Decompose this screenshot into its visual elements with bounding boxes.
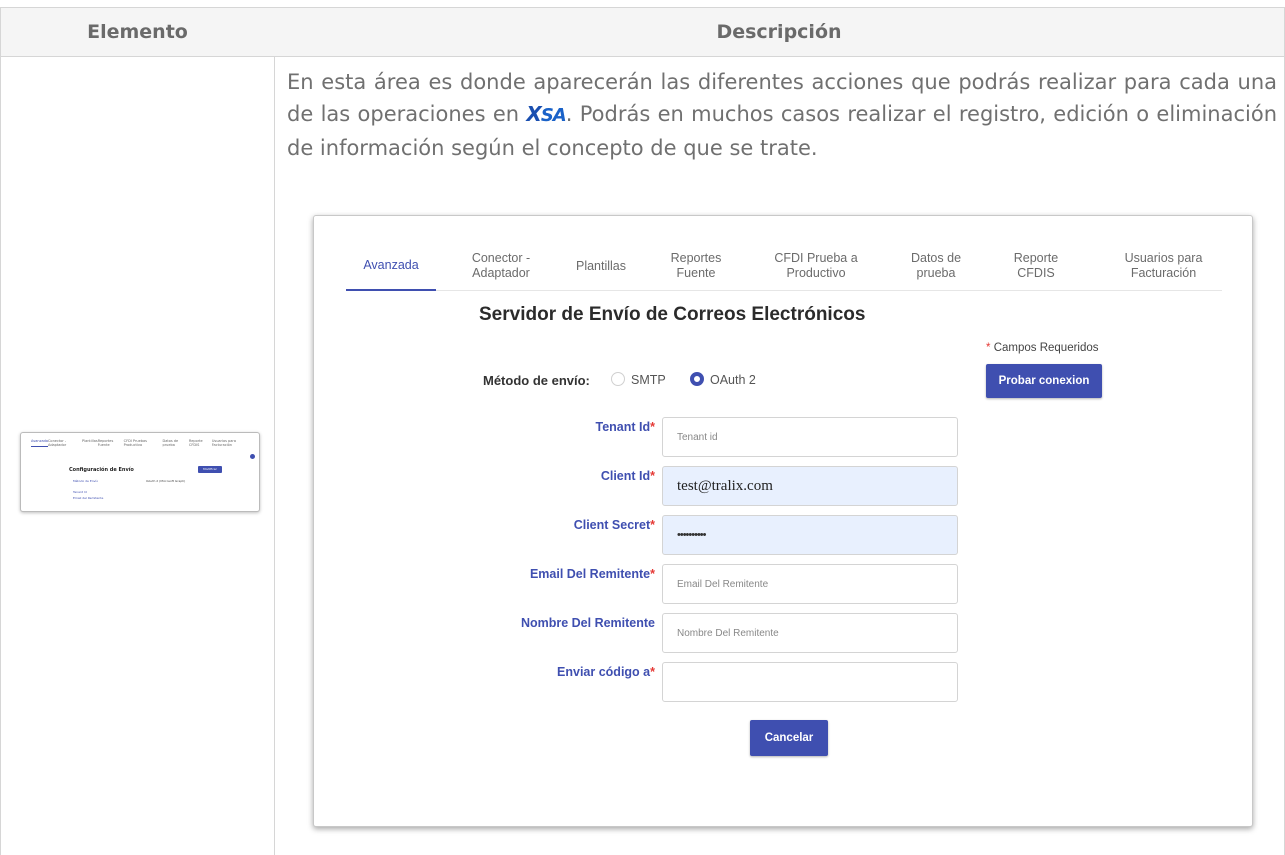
required-star-icon: * <box>650 665 655 679</box>
client-secret-label-text: Client Secret <box>573 518 651 532</box>
table-column-divider <box>274 57 275 855</box>
thumbnail-tab: CFDI Pruebas Productivo <box>123 439 147 447</box>
required-star-icon: * <box>986 342 991 354</box>
thumbnail-tabs: Avanzada Conector - Adaptador Plantillas… <box>31 439 253 447</box>
thumbnail-tab: Plantillas <box>81 439 98 443</box>
page-title: Servidor de Envío de Correos Electrónico… <box>479 304 866 325</box>
radio-oauth2-label[interactable]: OAuth 2 <box>710 373 756 387</box>
cancel-button[interactable]: Cancelar <box>750 720 828 756</box>
xsa-logo: XSA <box>526 102 566 126</box>
thumbnail-row-value: OAuth 2 (Microsoft Graph) <box>146 479 186 483</box>
enviar-codigo-label-text: Enviar código a <box>557 665 651 679</box>
element-thumbnail: Avanzada Conector - Adaptador Plantillas… <box>20 432 260 512</box>
thumbnail-row-label: Email del Remitente <box>73 496 104 500</box>
thumbnail-tab: Usuarios para Facturación <box>211 439 236 447</box>
tab-reporte-cfdis[interactable]: Reporte CFDIS <box>1001 242 1071 290</box>
client-id-input[interactable]: test@tralix.com <box>662 466 958 506</box>
thumbnail-dot-icon <box>250 454 255 459</box>
client-secret-input[interactable]: •••••••••• <box>662 515 958 555</box>
required-star-icon: * <box>650 420 655 434</box>
tab-plantillas[interactable]: Plantillas <box>566 242 636 290</box>
required-note-text: Campos Requeridos <box>993 342 1099 354</box>
thumbnail-row-label: Tenant Id <box>73 490 87 494</box>
email-remitente-input[interactable]: Email Del Remitente <box>662 564 958 604</box>
description-paragraph: En esta área es donde aparecerán las dif… <box>287 66 1277 164</box>
enviar-codigo-input[interactable] <box>662 662 958 702</box>
column-header-elemento: Elemento <box>0 7 275 57</box>
thumbnail-row-label: Método de Envío <box>73 479 99 483</box>
client-id-label-text: Client Id <box>600 469 651 483</box>
tab-avanzada[interactable]: Avanzada <box>346 242 436 291</box>
thumbnail-tab: Avanzada <box>31 439 48 447</box>
client-id-label: Client Id* <box>601 469 655 483</box>
table-border-left <box>0 57 1 855</box>
thumbnail-modify-button: Modificar <box>198 466 222 473</box>
app-screenshot: Avanzada Conector - Adaptador Plantillas… <box>313 215 1253 827</box>
tab-reportes-fuente[interactable]: Reportes Fuente <box>661 242 731 290</box>
required-note: * Campos Requeridos <box>986 342 1099 354</box>
thumbnail-title: Configuración de Envío <box>69 467 134 473</box>
tenant-id-label-text: Tenant Id <box>595 420 651 434</box>
thumbnail-tab: Reporte CFDIS <box>188 439 203 447</box>
email-remitente-label-text: Email Del Remitente <box>529 567 651 581</box>
nombre-remitente-input[interactable]: Nombre Del Remitente <box>662 613 958 653</box>
tab-cfdi-prueba-productivo[interactable]: CFDI Prueba a Productivo <box>761 242 871 290</box>
column-header-descripcion: Descripción <box>274 7 1285 57</box>
tab-usuarios-facturacion[interactable]: Usuarios para Facturación <box>1106 242 1221 290</box>
method-label: Método de envío: <box>483 373 590 388</box>
tenant-id-label: Tenant Id* <box>595 420 655 434</box>
required-star-icon: * <box>650 469 655 483</box>
thumbnail-tab: Conector - Adaptador <box>47 439 67 447</box>
enviar-codigo-label: Enviar código a* <box>557 665 655 679</box>
client-secret-label: Client Secret* <box>574 518 655 532</box>
tenant-id-input[interactable]: Tenant id <box>662 417 958 457</box>
tab-conector-adaptador[interactable]: Conector - Adaptador <box>456 242 546 290</box>
radio-smtp[interactable] <box>611 372 625 386</box>
radio-oauth2[interactable] <box>690 372 704 386</box>
thumbnail-tab: Datos de prueba <box>162 439 179 447</box>
tab-datos-prueba[interactable]: Datos de prueba <box>901 242 971 290</box>
nombre-remitente-label: Nombre Del Remitente <box>520 616 655 630</box>
thumbnail-tab: Reportes Fuente <box>97 439 114 447</box>
tab-bar: Avanzada Conector - Adaptador Plantillas… <box>346 242 1222 291</box>
email-remitente-label: Email Del Remitente* <box>530 567 655 581</box>
test-connection-button[interactable]: Probar conexion <box>986 364 1102 398</box>
required-star-icon: * <box>650 518 655 532</box>
required-star-icon: * <box>650 567 655 581</box>
radio-smtp-label[interactable]: SMTP <box>631 373 666 387</box>
